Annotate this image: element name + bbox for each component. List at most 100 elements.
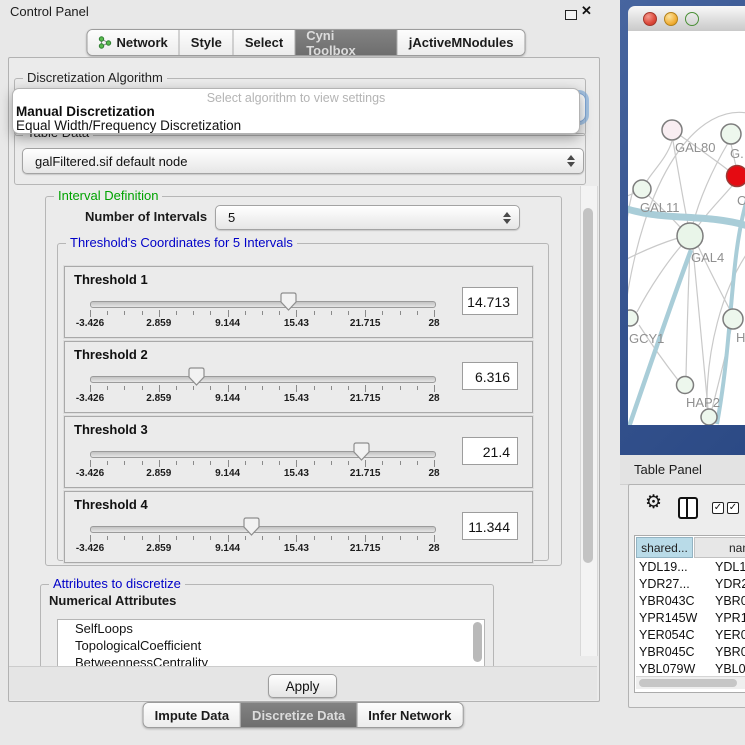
- network-canvas[interactable]: GAL80 G. GAL11 GAL4 GCY1 H HAP2 C: [628, 31, 745, 425]
- minor-tick: [245, 386, 246, 390]
- major-tick: [296, 460, 297, 467]
- tab-label: jActiveMNodules: [409, 35, 514, 50]
- tab-style[interactable]: Style: [179, 30, 233, 55]
- tab-cyni-toolbox[interactable]: Cyni Toolbox: [294, 30, 397, 55]
- threshold-slider-track[interactable]: [90, 301, 436, 308]
- table-row[interactable]: YPR145WYPR1: [635, 610, 745, 627]
- threshold-value-field[interactable]: 21.4: [462, 437, 518, 465]
- threshold-label: Threshold 4: [74, 497, 148, 512]
- minor-tick: [348, 536, 349, 540]
- threshold-slider-track[interactable]: [90, 526, 436, 533]
- table-row[interactable]: YDL19...YDL1: [635, 559, 745, 576]
- major-tick: [296, 535, 297, 542]
- table-row[interactable]: YBR043CYBR0: [635, 593, 745, 610]
- minor-tick: [176, 461, 177, 465]
- tick-label: 2.859: [134, 468, 184, 479]
- float-window-icon[interactable]: [565, 10, 577, 20]
- zoom-traffic-light[interactable]: [685, 12, 699, 26]
- attribute-item-topologicalcoefficient[interactable]: TopologicalCoefficient: [58, 637, 484, 654]
- tick-label: -3.426: [65, 393, 115, 404]
- threshold-slider-thumb[interactable]: [353, 442, 370, 461]
- node-table[interactable]: shared... name YDL19...YDL1YDR27...YDR2Y…: [634, 535, 745, 693]
- threshold-value-field[interactable]: 14.713: [462, 287, 518, 315]
- table-data-combo[interactable]: galFiltered.sif default node: [22, 148, 584, 174]
- gear-icon[interactable]: ⚙: [645, 491, 662, 514]
- column-header-name[interactable]: name: [694, 537, 745, 558]
- tab-jactivemnodules[interactable]: jActiveMNodules: [397, 30, 525, 55]
- node-gal4[interactable]: [677, 223, 703, 249]
- threshold-slider-thumb[interactable]: [188, 367, 205, 386]
- node-gal80[interactable]: [662, 120, 682, 140]
- node-top-right[interactable]: [721, 124, 741, 144]
- threshold-slider-track[interactable]: [90, 451, 436, 458]
- node-red-selected[interactable]: [727, 166, 745, 187]
- attribute-item-selfloops[interactable]: SelfLoops: [58, 620, 484, 637]
- minor-tick: [314, 536, 315, 540]
- minor-tick: [382, 461, 383, 465]
- minor-tick: [107, 311, 108, 315]
- minor-tick: [314, 311, 315, 315]
- apply-button[interactable]: Apply: [268, 674, 337, 698]
- network-window-titlebar[interactable]: [628, 6, 745, 32]
- table-hscrollbar-thumb[interactable]: [639, 679, 737, 687]
- minor-tick: [210, 311, 211, 315]
- cell-shared-name: YER054C: [639, 627, 695, 644]
- threshold-value-field[interactable]: 11.344: [462, 512, 518, 540]
- minor-tick: [279, 311, 280, 315]
- table-row[interactable]: YBL079WYBL0: [635, 661, 745, 675]
- algorithm-option-manual[interactable]: Manual Discretization: [16, 104, 155, 119]
- major-tick: [434, 385, 435, 392]
- minor-tick: [210, 386, 211, 390]
- close-icon[interactable]: ✕: [581, 3, 592, 19]
- minor-tick: [279, 461, 280, 465]
- control-panel-tabs: NetworkStyleSelectCyni Toolbox jActiveMNo…: [87, 29, 526, 56]
- num-intervals-combo[interactable]: 5: [215, 205, 520, 230]
- minor-tick: [124, 311, 125, 315]
- combo-arrows-icon: [503, 212, 511, 224]
- threshold-panel-2: Threshold 2-3.4262.8599.14415.4321.71528…: [64, 341, 533, 413]
- major-tick: [159, 535, 160, 542]
- node-label: GAL4: [691, 250, 724, 265]
- threshold-slider-thumb[interactable]: [243, 517, 260, 536]
- minimize-traffic-light[interactable]: [664, 12, 678, 26]
- tab-select[interactable]: Select: [233, 30, 294, 55]
- minor-tick: [417, 461, 418, 465]
- threshold-slider-track[interactable]: [90, 376, 436, 383]
- threshold-label: Threshold 1: [74, 272, 148, 287]
- tab-network[interactable]: Network: [88, 30, 179, 55]
- checkbox-icon[interactable]: ✓: [727, 502, 739, 514]
- bottom-tab-impute-data[interactable]: Impute Data: [144, 703, 240, 727]
- node-gal11[interactable]: [633, 180, 651, 198]
- algorithm-option-equal-width[interactable]: Equal Width/Frequency Discretization: [16, 118, 241, 133]
- minor-tick: [245, 461, 246, 465]
- threshold-value-field[interactable]: 6.316: [462, 362, 518, 390]
- list-scrollbar[interactable]: [473, 622, 482, 662]
- numerical-attributes-label: Numerical Attributes: [49, 593, 176, 608]
- table-row[interactable]: YBR045CYBR0: [635, 644, 745, 661]
- table-row[interactable]: YDR27...YDR2: [635, 576, 745, 593]
- node-bottom[interactable]: [701, 409, 717, 425]
- column-header-shared-name[interactable]: shared...: [636, 537, 693, 558]
- cell-shared-name: YDL19...: [639, 559, 688, 576]
- table-row[interactable]: YER054CYER0: [635, 627, 745, 644]
- node-label: GCY1: [629, 331, 664, 346]
- minor-tick: [142, 461, 143, 465]
- minor-tick: [400, 311, 401, 315]
- threshold-slider-thumb[interactable]: [280, 292, 297, 311]
- node-gcy1[interactable]: [628, 310, 638, 326]
- bottom-tab-discretize-data[interactable]: Discretize Data: [240, 703, 356, 727]
- interval-definition-label: Interval Definition: [54, 188, 162, 203]
- checkbox-icon[interactable]: ✓: [712, 502, 724, 514]
- node-hap2[interactable]: [677, 377, 694, 394]
- minor-tick: [400, 461, 401, 465]
- close-traffic-light[interactable]: [643, 12, 657, 26]
- panel-scrollbar-thumb[interactable]: [583, 208, 593, 563]
- cell-name: YPR1: [715, 610, 745, 627]
- columns-icon[interactable]: [678, 497, 698, 519]
- node-h[interactable]: [723, 309, 743, 329]
- minor-tick: [245, 536, 246, 540]
- tick-label: 28: [409, 468, 459, 479]
- bottom-tab-infer-network[interactable]: Infer Network: [356, 703, 462, 727]
- table-hscrollbar[interactable]: [636, 676, 745, 689]
- major-tick: [434, 310, 435, 317]
